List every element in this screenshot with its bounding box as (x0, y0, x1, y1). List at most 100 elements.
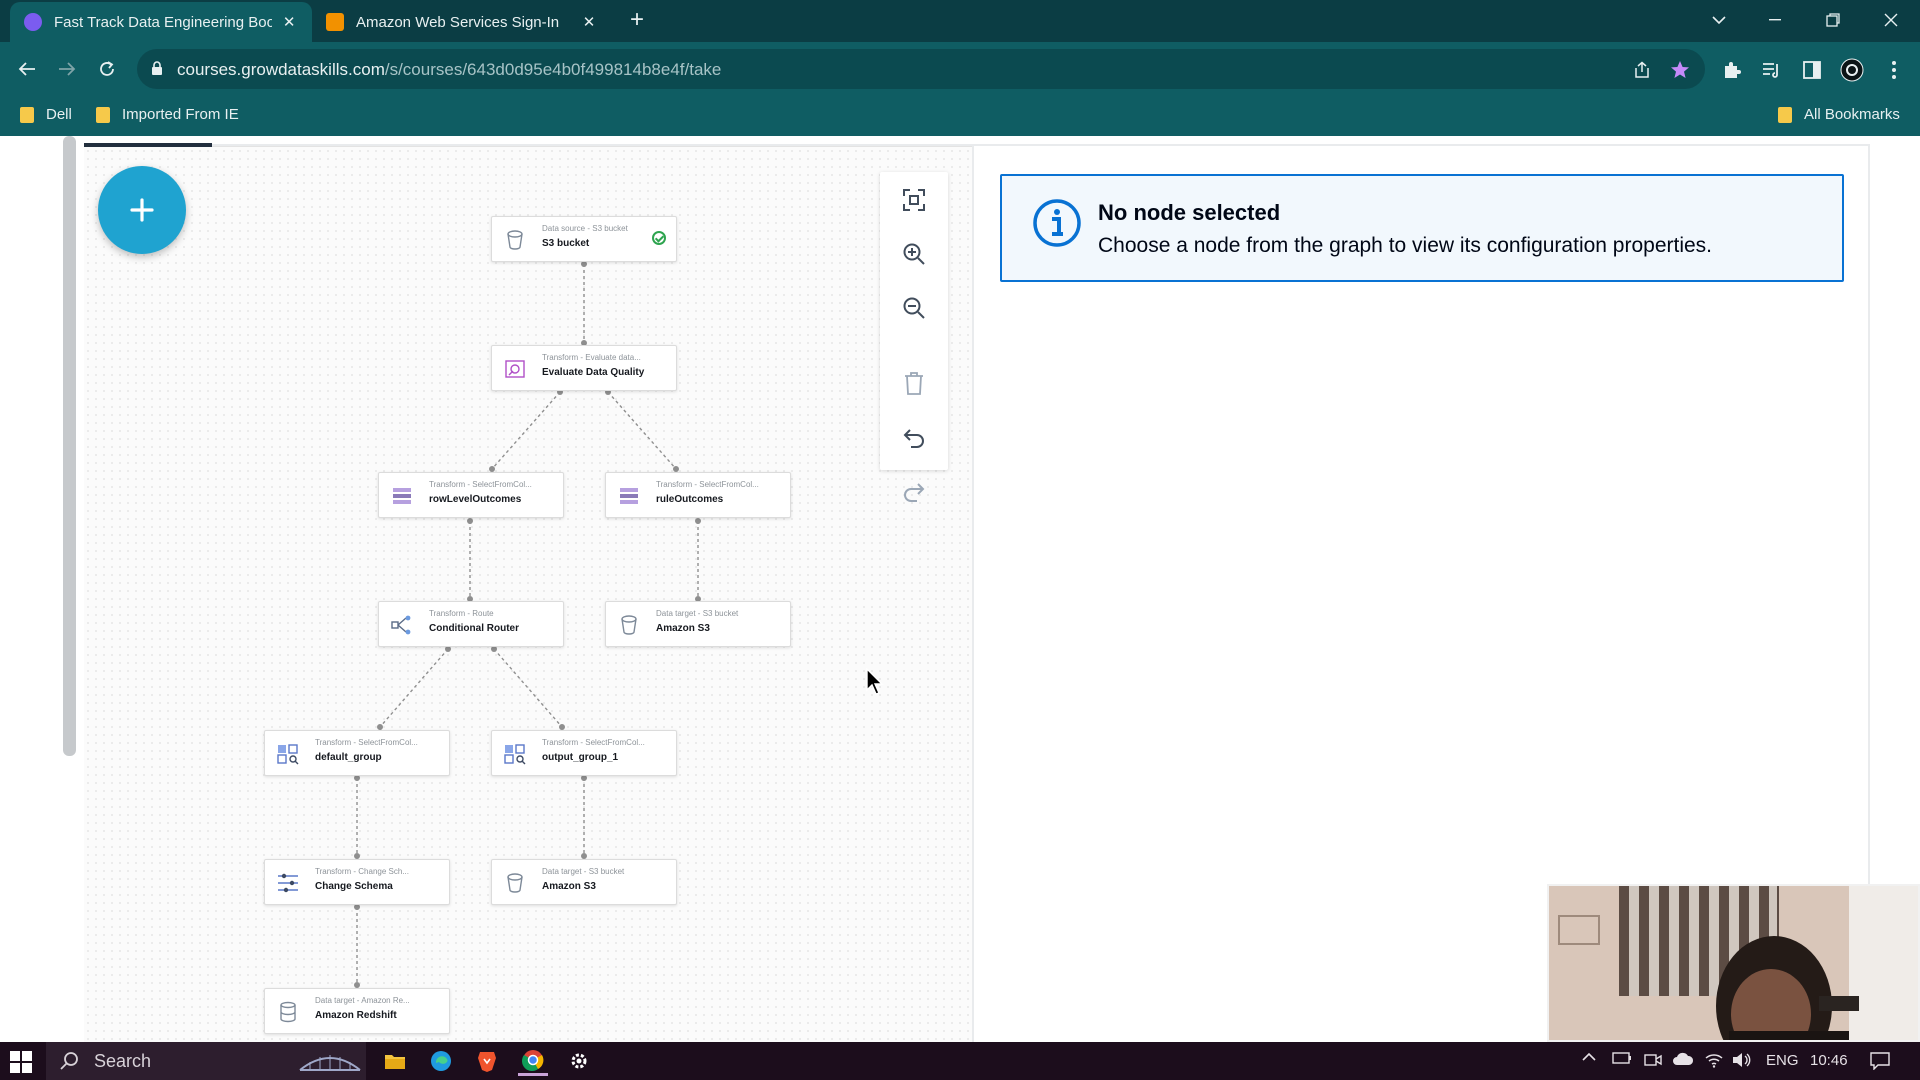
redo-icon[interactable] (900, 478, 928, 506)
file-explorer-icon[interactable] (380, 1046, 410, 1076)
new-tab-button[interactable]: + (624, 8, 650, 34)
node-category: Transform - SelectFromCol... (656, 480, 759, 489)
node-name: Amazon Redshift (315, 1010, 397, 1021)
node-amazon-redshift[interactable]: Data target - Amazon Re... Amazon Redshi… (264, 988, 450, 1034)
windows-start-icon[interactable] (10, 1051, 32, 1078)
restore-icon[interactable] (1810, 0, 1856, 40)
notifications-icon[interactable] (1870, 1052, 1890, 1070)
node-evaluate-data-quality[interactable]: Transform - Evaluate data... Evaluate Da… (491, 345, 677, 391)
graph-canvas[interactable] (84, 146, 974, 1042)
lock-icon[interactable] (151, 61, 163, 81)
node-conditional-router[interactable]: Transform - Route Conditional Router (378, 601, 564, 647)
search-placeholder: Search (94, 1051, 152, 1071)
reading-list-icon[interactable] (1760, 58, 1784, 82)
node-amazon-s3-target-2[interactable]: Data target - S3 bucket Amazon S3 (491, 859, 677, 905)
back-icon[interactable] (10, 52, 44, 86)
success-check-icon (652, 231, 666, 245)
node-output-group-1[interactable]: Transform - SelectFromCol... output_grou… (491, 730, 677, 776)
node-s3-source[interactable]: Data source - S3 bucket S3 bucket (491, 216, 677, 262)
bucket-icon (621, 615, 637, 635)
side-panel-icon[interactable] (1800, 58, 1824, 82)
bookmark-label: Dell (46, 106, 72, 123)
bookmark-all-bookmarks[interactable]: All Bookmarks (1778, 106, 1900, 123)
zoom-out-icon[interactable] (900, 294, 928, 322)
chrome-browser-icon[interactable] (518, 1046, 548, 1076)
node-category: Transform - SelectFromCol... (542, 738, 645, 747)
info-icon (1032, 198, 1082, 253)
node-default-group[interactable]: Transform - SelectFromCol... default_gro… (264, 730, 450, 776)
webcam-overlay (1547, 884, 1920, 1042)
minimize-icon[interactable] (1752, 0, 1798, 40)
router-icon (391, 615, 411, 635)
bookmark-star-icon[interactable] (1670, 60, 1690, 80)
node-name: S3 bucket (542, 238, 590, 249)
extensions-puzzle-icon[interactable] (1720, 58, 1744, 82)
panel-divider[interactable] (972, 146, 974, 1042)
clock-time[interactable]: 10:46 (1810, 1052, 1848, 1069)
node-category: Transform - SelectFromCol... (429, 480, 532, 489)
undo-icon[interactable] (900, 424, 928, 452)
brave-browser-icon[interactable] (472, 1046, 502, 1076)
node-category: Data target - S3 bucket (656, 609, 739, 618)
node-change-schema[interactable]: Transform - Change Sch... Change Schema (264, 859, 450, 905)
url-text[interactable]: courses.growdataskills.com/s/courses/643… (177, 60, 721, 80)
taskbar-search-box[interactable]: Search (46, 1042, 366, 1080)
url-host: courses.growdataskills.com (177, 60, 385, 79)
node-name: default_group (315, 752, 382, 763)
tab-title: Amazon Web Services Sign-In (356, 13, 560, 31)
node-name: Change Schema (315, 881, 393, 892)
node-category: Transform - Evaluate data... (542, 353, 641, 362)
battery-icon[interactable] (1612, 1052, 1632, 1064)
address-bar[interactable]: courses.growdataskills.com/s/courses/643… (137, 49, 1705, 89)
browser-toolbar: courses.growdataskills.com/s/courses/643… (0, 42, 1920, 96)
zoom-in-icon[interactable] (900, 240, 928, 268)
bookmark-label: Imported From IE (122, 106, 239, 123)
alert-title: No node selected (1098, 200, 1281, 225)
right-frame-border (1868, 146, 1870, 896)
meet-now-icon[interactable] (1644, 1052, 1662, 1068)
node-name: output_group_1 (542, 752, 619, 763)
show-hidden-icons-icon[interactable] (1582, 1052, 1596, 1062)
folder-icon (1778, 106, 1792, 123)
node-category: Data source - S3 bucket (542, 224, 628, 233)
node-category: Transform - Route (429, 609, 494, 618)
data-quality-icon (505, 360, 525, 378)
node-rowleveloutcomes[interactable]: Transform - SelectFromCol... rowLevelOut… (378, 472, 564, 518)
node-category: Data target - Amazon Re... (315, 996, 410, 1005)
node-ruleoutcomes[interactable]: Transform - SelectFromCol... ruleOutcome… (605, 472, 791, 518)
bucket-icon (507, 873, 523, 893)
settings-gear-icon[interactable] (564, 1046, 594, 1076)
node-category: Data target - S3 bucket (542, 867, 625, 876)
change-schema-icon (278, 873, 298, 893)
volume-icon[interactable] (1732, 1052, 1752, 1068)
forward-icon[interactable] (50, 52, 84, 86)
close-tab-icon[interactable]: ✕ (580, 13, 598, 31)
add-node-button[interactable] (98, 166, 186, 254)
select-from-collection-icon (277, 744, 299, 765)
reload-icon[interactable] (90, 52, 124, 86)
wifi-icon[interactable] (1704, 1052, 1724, 1068)
share-icon[interactable] (1632, 60, 1652, 80)
node-name: Evaluate Data Quality (542, 367, 645, 378)
select-from-collection-icon (504, 744, 526, 765)
profile-avatar-icon[interactable] (1840, 58, 1864, 82)
language-indicator[interactable]: ENG (1766, 1052, 1799, 1069)
onedrive-cloud-icon[interactable] (1672, 1052, 1694, 1066)
course-scrollbar[interactable] (63, 136, 76, 756)
mouse-pointer-icon (866, 668, 884, 695)
close-window-icon[interactable] (1868, 0, 1914, 40)
tab-fast-track[interactable]: Fast Track Data Engineering Boo ✕ (10, 2, 312, 42)
close-tab-icon[interactable]: ✕ (280, 13, 298, 31)
bookmark-imported-from-ie[interactable]: Imported From IE (96, 106, 239, 123)
node-name: Conditional Router (429, 623, 519, 634)
windows-taskbar: Search ENG 10:46 (0, 1042, 1920, 1080)
browser-menu-icon[interactable] (1882, 58, 1906, 82)
edge-browser-icon[interactable] (426, 1046, 456, 1076)
tab-search-chevron-icon[interactable] (1696, 0, 1742, 40)
delete-trash-icon[interactable] (900, 370, 928, 398)
tab-aws-signin[interactable]: Amazon Web Services Sign-In ✕ (312, 2, 612, 42)
node-amazon-s3-target-1[interactable]: Data target - S3 bucket Amazon S3 (605, 601, 791, 647)
bookmark-dell[interactable]: Dell (20, 106, 72, 123)
fit-to-screen-icon[interactable] (900, 186, 928, 214)
course-favicon-icon (24, 13, 42, 31)
